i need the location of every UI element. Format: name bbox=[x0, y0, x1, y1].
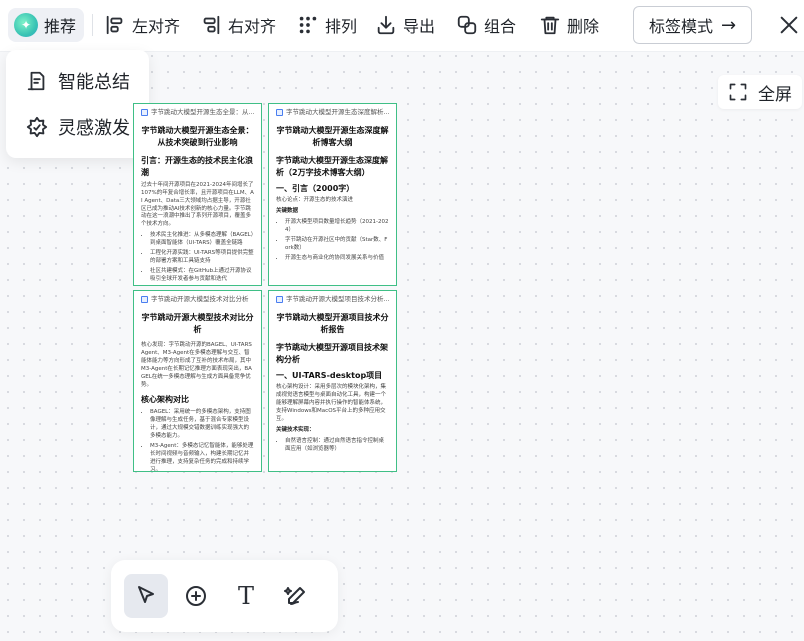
card-header-title: 字节跳动开源大模型项目技术分析... bbox=[286, 295, 389, 303]
inspiration-icon bbox=[26, 116, 48, 138]
fullscreen-icon bbox=[729, 83, 747, 101]
close-button[interactable] bbox=[776, 12, 802, 38]
card-bullet-list: 开源大模型项目数量增长趋势（2021-2024） 字节跳动在开源社区中的贡献（S… bbox=[276, 219, 389, 263]
doc-icon bbox=[141, 296, 148, 304]
card-bullet: 开源生态与商业化的协同发展关系与价值 bbox=[285, 255, 389, 263]
card-paragraph: 核心架构设计：采用多层次的模块化架构，集成视觉语言模型与桌面自动化工具，构建一个… bbox=[276, 384, 387, 423]
card-title: 字节跳动大模型开源生态全景：从技术突破到行业影响 bbox=[141, 126, 254, 148]
align-left-icon bbox=[106, 15, 123, 35]
tag-mode-label: 标签模式 bbox=[648, 17, 713, 36]
magic-pen-icon bbox=[284, 587, 305, 605]
card-bullet: 开源大模型项目数量增长趋势（2021-2024） bbox=[285, 219, 389, 235]
card-bullet: 自然语言控制：通过自然语言指令控制桌面应用（如浏览器等） bbox=[285, 438, 389, 454]
fullscreen-button[interactable]: 全屏 bbox=[718, 75, 802, 109]
recommend-label: 推荐 bbox=[44, 17, 77, 36]
group-label: 组合 bbox=[484, 17, 517, 36]
document-card[interactable]: 字节跳动开源大模型项目技术分析... 字节跳动大模型开源项目技术分析报告 字节跳… bbox=[268, 290, 397, 472]
card-header: 字节跳动大模型开源生态深度解析... bbox=[276, 108, 389, 117]
align-left-label: 左对齐 bbox=[132, 17, 181, 36]
fullscreen-label: 全屏 bbox=[758, 84, 792, 105]
card-bullet: BAGEL：采用统一的多模态架构，支持图像理解与生成任务，基于混合专家模型设计，… bbox=[150, 409, 254, 441]
card-paragraph: 关键数据 bbox=[276, 208, 299, 215]
card-header-title: 字节跳动大模型开源生态全景：从... bbox=[151, 108, 254, 116]
recommend-button[interactable]: ✦ 推荐 bbox=[8, 8, 85, 42]
trash-icon bbox=[540, 16, 560, 35]
export-button[interactable]: 导出 bbox=[367, 8, 443, 42]
card-header-title: 字节跳动开源大模型技术对比分析 bbox=[151, 295, 249, 303]
card-bullet: 技术民主化推进：从多模态理解（BAGEL）到桌面智能体（UI-TARS）覆盖全链… bbox=[150, 232, 254, 248]
text-icon: T bbox=[237, 582, 254, 610]
document-card[interactable]: 字节跳动开源大模型技术对比分析 字节跳动开源大模型技术对比分析 核心发现：字节跳… bbox=[133, 290, 262, 472]
recommend-dropdown: 智能总结 灵感激发 bbox=[6, 50, 149, 158]
add-tool-button[interactable] bbox=[174, 574, 218, 618]
cursor-icon bbox=[138, 586, 154, 603]
card-bullet: 字节跳动在开源社区中的贡献（Star数、Fork数） bbox=[285, 237, 389, 253]
tag-mode-button[interactable]: 标签模式 → bbox=[633, 6, 752, 44]
toolbar-divider bbox=[92, 14, 93, 36]
arrange-button[interactable]: 排列 bbox=[289, 8, 365, 42]
card-header: 字节跳动大模型开源生态全景：从... bbox=[141, 108, 254, 117]
dropdown-item-label: 灵感激发 bbox=[58, 118, 130, 139]
doc-icon bbox=[141, 109, 148, 117]
doc-icon bbox=[276, 296, 283, 304]
summary-icon bbox=[27, 71, 45, 91]
arrow-right-icon: → bbox=[720, 14, 737, 36]
card-header: 字节跳动开源大模型技术对比分析 bbox=[141, 295, 254, 304]
card-section-title: 一、UI-TARS-desktop项目 bbox=[276, 370, 383, 380]
card-bullet: 工程化开源实践：UI-TARS等项目提供完整的部署方案和工具链支持 bbox=[150, 250, 254, 266]
card-subtitle: 字节跳动大模型开源生态深度解析（2万字技术博客大纲） bbox=[276, 156, 388, 178]
align-right-label: 右对齐 bbox=[228, 17, 277, 36]
card-paragraph: 过去十年间开源项目在2021-2024年间增长了107%的年复合增长率，且开源项… bbox=[141, 181, 254, 228]
dropdown-item-summary[interactable]: 智能总结 bbox=[6, 58, 149, 104]
card-bullet-list: BAGEL：采用统一的多模态架构，支持图像理解与生成任务，基于混合专家模型设计，… bbox=[141, 409, 254, 471]
document-card[interactable]: 字节跳动大模型开源生态全景：从... 字节跳动大模型开源生态全景：从技术突破到行… bbox=[133, 103, 262, 286]
card-header-title: 字节跳动大模型开源生态深度解析... bbox=[286, 108, 389, 116]
export-label: 导出 bbox=[403, 17, 436, 36]
document-card[interactable]: 字节跳动大模型开源生态深度解析... 字节跳动大模型开源生态深度解析博客大纲 字… bbox=[268, 103, 397, 286]
card-section-title: 一、引言（2000字） bbox=[276, 183, 355, 193]
card-paragraph: 核心论点：开源生态的技术演进 bbox=[276, 197, 354, 204]
align-left-button[interactable]: 左对齐 bbox=[96, 8, 188, 42]
card-paragraph: 核心发现：字节跳动开源的BAGEL、UI-TARS Agent、M3-Agent… bbox=[141, 342, 252, 389]
delete-label: 删除 bbox=[567, 17, 600, 36]
group-icon bbox=[457, 15, 477, 35]
card-bullet-list: 技术民主化推进：从多模态理解（BAGEL）到桌面智能体（UI-TARS）覆盖全链… bbox=[141, 232, 254, 284]
card-section-title: 引言：开源生态的技术民主化浪潮 bbox=[141, 156, 253, 178]
card-title: 字节跳动大模型开源生态深度解析博客大纲 bbox=[276, 126, 389, 148]
card-subtitle: 字节跳动大模型开源项目技术架构分析 bbox=[276, 343, 388, 365]
dropdown-item-label: 智能总结 bbox=[58, 72, 130, 93]
grid-dots-icon bbox=[299, 16, 317, 34]
align-right-button[interactable]: 右对齐 bbox=[192, 8, 284, 42]
select-tool-button[interactable] bbox=[124, 574, 168, 618]
tool-palette: T bbox=[111, 560, 338, 632]
text-tool-button[interactable]: T bbox=[224, 574, 268, 618]
doc-icon bbox=[276, 109, 283, 117]
card-bullet: M3-Agent：多模态记忆智能体，能够处理长时间视频与音频输入，构建长期记忆并… bbox=[150, 443, 254, 471]
arrange-label: 排列 bbox=[325, 17, 358, 36]
ai-logo-icon: ✦ bbox=[14, 13, 38, 37]
card-bullet: 社区共建模式：在GitHub上通过开源协议吸引全球开发者参与贡献和迭代 bbox=[150, 268, 254, 284]
ai-draw-tool-button[interactable] bbox=[274, 574, 318, 618]
top-toolbar: ✦ 推荐 左对齐 右对齐 排列 导出 组合 删除 标签模式 → bbox=[0, 0, 804, 52]
export-icon bbox=[377, 15, 395, 35]
card-section-title: 核心架构对比 bbox=[141, 395, 189, 405]
align-right-icon bbox=[203, 15, 220, 35]
close-icon bbox=[780, 16, 798, 34]
group-button[interactable]: 组合 bbox=[448, 8, 524, 42]
card-title: 字节跳动开源大模型技术对比分析 bbox=[141, 313, 254, 335]
delete-button[interactable]: 删除 bbox=[531, 8, 607, 42]
card-title: 字节跳动大模型开源项目技术分析报告 bbox=[276, 313, 389, 335]
card-paragraph: 关键技术实现： bbox=[276, 427, 315, 434]
dropdown-item-inspiration[interactable]: 灵感激发 bbox=[6, 104, 149, 150]
card-header: 字节跳动开源大模型项目技术分析... bbox=[276, 295, 389, 304]
card-bullet-list: 自然语言控制：通过自然语言指令控制桌面应用（如浏览器等） bbox=[276, 438, 389, 454]
plus-circle-icon bbox=[186, 586, 206, 606]
